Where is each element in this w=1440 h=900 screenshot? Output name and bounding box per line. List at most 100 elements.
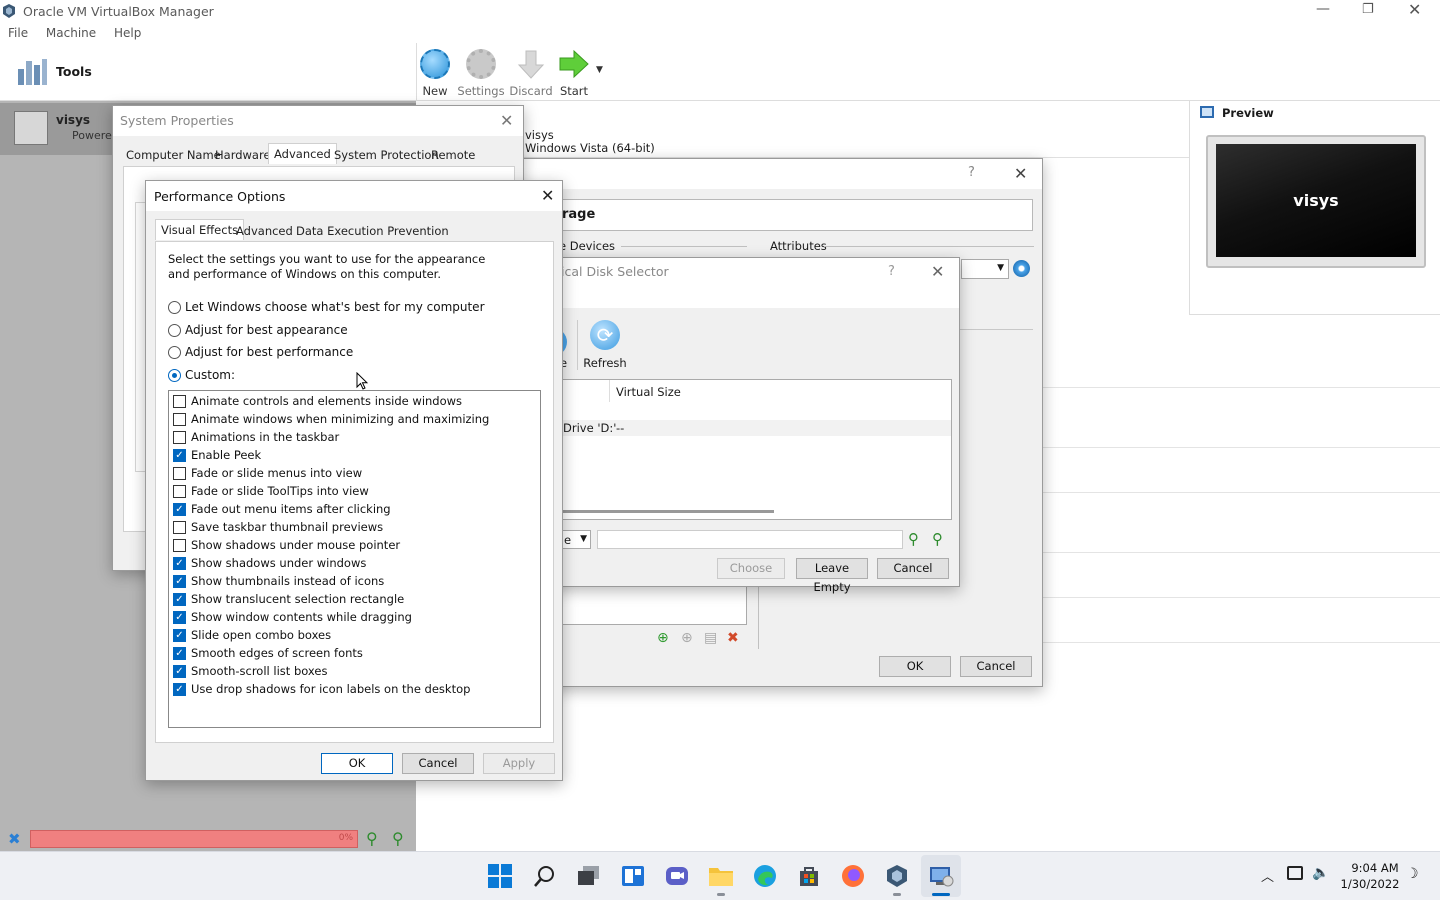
search-backward-icon[interactable]: ⚲ [366,829,378,848]
volume-icon[interactable]: 🔈 [1312,865,1329,881]
perf-apply-button[interactable]: Apply [483,753,555,774]
perf-ok-button[interactable]: OK [321,753,393,774]
checkbox [173,430,186,444]
effect-option[interactable]: ✓ Enable Peek [173,446,261,464]
effect-option[interactable]: Fade or slide menus into view [173,464,362,482]
cancel-progress-icon[interactable]: ✖ [8,830,21,848]
restore-button[interactable]: ❐ [1362,2,1374,17]
effect-option[interactable]: Animate controls and elements inside win… [173,392,462,410]
minimize-button[interactable]: — [1316,1,1330,17]
close-window-button[interactable]: ✕ [1408,0,1421,19]
checkbox [173,520,186,534]
choose-button[interactable]: Choose [717,558,785,579]
tools-header[interactable]: Tools [0,43,416,101]
effect-option[interactable]: Animations in the taskbar [173,428,339,446]
tab-computer-name[interactable]: Computer Name [122,146,225,164]
perf-cancel-button[interactable]: Cancel [402,753,474,774]
effect-option[interactable]: ✓ Slide open combo boxes [173,626,331,644]
radio-button [168,300,181,314]
tray-chevron-up-icon[interactable]: ︿ [1261,866,1274,885]
effect-option[interactable]: ✓ Use drop shadows for icon labels on the… [173,680,470,698]
search-icon[interactable] [531,862,559,890]
settings-ok-button[interactable]: OK [879,656,951,677]
menu-file[interactable]: File [8,26,28,40]
edge-icon[interactable] [751,862,779,890]
checkbox-checked: ✓ [173,502,186,516]
start-arrow-icon [558,49,590,79]
tab-advanced[interactable]: Advanced [268,143,337,164]
close-icon[interactable]: ✕ [1014,164,1027,183]
clock-date[interactable]: 1/30/2022 [1340,877,1400,891]
remove-controller-icon[interactable]: ✖ [727,630,739,646]
start-icon[interactable] [486,862,514,890]
task-view-icon[interactable] [575,862,603,890]
checkbox [173,484,186,498]
filter-combo[interactable]: e ▼ [561,530,591,549]
start-dropdown-icon[interactable]: ▼ [596,65,603,75]
settings-cancel-button[interactable]: Cancel [960,656,1032,677]
search-input[interactable] [597,530,903,549]
window-title: Oracle VM VirtualBox Manager [23,4,214,19]
tab-remote[interactable]: Remote [427,146,479,164]
close-icon[interactable]: ✕ [500,111,513,130]
virtualbox-icon[interactable] [883,862,911,890]
effect-option[interactable]: Show shadows under mouse pointer [173,536,400,554]
effect-option[interactable]: ✓ Show translucent selection rectangle [173,590,404,608]
search-forward-icon[interactable]: ⚲ [932,530,943,548]
disk-list[interactable]: Virtual Size Drive 'D:' -- [561,379,952,520]
firefox-icon[interactable] [839,862,867,890]
add-attachment-icon[interactable]: ⊕ [681,630,693,646]
close-icon[interactable]: ✕ [931,262,944,281]
effect-option[interactable]: Save taskbar thumbnail previews [173,518,383,536]
add-controller-icon[interactable]: ⊕ [657,630,669,646]
horizontal-scrollbar[interactable] [562,510,774,513]
disk-cancel-button[interactable]: Cancel [877,558,949,579]
toolbar-separator [577,320,578,370]
effect-option[interactable]: Fade or slide ToolTips into view [173,482,369,500]
menu-machine[interactable]: Machine [46,26,96,40]
main-toolbar: New Settings Discard Start ▼ [416,43,1440,101]
settings-button[interactable]: Settings [456,49,506,98]
system-properties-icon[interactable] [927,862,955,890]
radio-label: Adjust for best appearance [185,323,348,337]
menu-help[interactable]: Help [114,26,141,40]
effect-label: Fade or slide ToolTips into view [191,484,369,498]
optical-drive-combo[interactable]: ▼ [961,259,1009,279]
list-item[interactable]: Drive 'D:' -- [562,420,951,436]
start-button[interactable]: Start [549,49,599,98]
close-icon[interactable]: ✕ [541,186,554,205]
file-explorer-icon[interactable] [707,862,735,890]
effect-option[interactable]: ✓ Show window contents while dragging [173,608,412,626]
tab-data-execution-prevention[interactable]: Data Execution Prevention [292,222,453,240]
effect-option[interactable]: ✓ Smooth-scroll list boxes [173,662,327,680]
radio-best-performance[interactable]: Adjust for best performance [168,345,353,359]
effect-label: Show translucent selection rectangle [191,592,405,606]
store-icon[interactable] [795,862,823,890]
search-backward-icon[interactable]: ⚲ [908,530,919,548]
effect-option[interactable]: ✓ Fade out menu items after clicking [173,500,391,518]
tab-advanced[interactable]: Advanced [232,222,297,240]
search-forward-icon[interactable]: ⚲ [392,829,404,848]
widgets-icon[interactable] [619,862,647,890]
network-icon[interactable] [1287,866,1303,880]
clock-time[interactable]: 9:04 AM [1350,861,1400,875]
new-button[interactable]: New [410,49,460,98]
chat-icon[interactable] [663,862,691,890]
radio-let-windows-choose[interactable]: Let Windows choose what's best for my co… [168,300,485,314]
effect-option[interactable]: ✓ Show shadows under windows [173,554,366,572]
effect-option[interactable]: ✓ Show thumbnails instead of icons [173,572,384,590]
tab-hardware[interactable]: Hardware [211,146,275,164]
effect-option[interactable]: ✓ Smooth edges of screen fonts [173,644,363,662]
remove-attachment-icon[interactable]: ▤ [704,630,717,646]
notification-icon[interactable]: ☽ [1406,866,1419,882]
tab-system-protection[interactable]: System Protection [330,146,443,164]
radio-custom[interactable]: Custom: [168,368,235,382]
radio-best-appearance[interactable]: Adjust for best appearance [168,323,348,337]
help-button[interactable]: ? [968,165,975,180]
refresh-button[interactable]: ⟳ Refresh [583,320,627,370]
leave-empty-button[interactable]: Leave Empty [796,558,868,594]
help-button[interactable]: ? [888,264,895,279]
disk-choose-icon[interactable] [1013,260,1030,277]
tab-visual-effects[interactable]: Visual Effects [155,219,245,240]
effect-option[interactable]: Animate windows when minimizing and maxi… [173,410,489,428]
